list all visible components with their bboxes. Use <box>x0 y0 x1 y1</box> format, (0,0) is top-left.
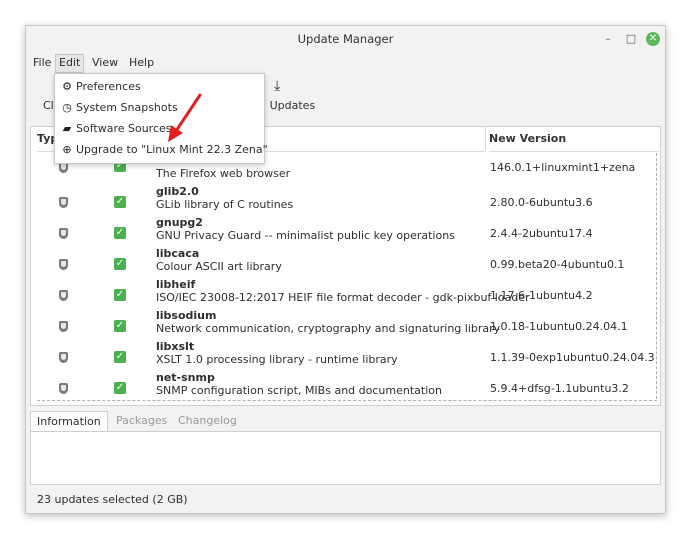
menu-help[interactable]: Help <box>126 56 157 69</box>
menu-item-upgrade[interactable]: ⊕ Upgrade to "Linux Mint 22.3 Zena" <box>55 141 267 162</box>
package-name: libcaca <box>156 247 200 260</box>
package-description: GNU Privacy Guard -- minimalist public k… <box>156 229 455 242</box>
minimize-button[interactable]: – <box>601 32 615 46</box>
table-row[interactable]: ✓ libheif ISO/IEC 23008-12:2017 HEIF fil… <box>31 277 660 308</box>
menubar: File Edit View Help <box>26 54 665 73</box>
menu-item-label: Software Sources <box>76 122 172 135</box>
package-name: glib2.0 <box>156 185 199 198</box>
package-name: libheif <box>156 278 196 291</box>
close-button[interactable]: ✕ <box>646 32 660 46</box>
install-updates-button-label[interactable]: ll Updates <box>260 99 315 112</box>
table-row[interactable]: ✓ gnupg2 GNU Privacy Guard -- minimalist… <box>31 215 660 246</box>
package-description: XSLT 1.0 processing library - runtime li… <box>156 353 398 366</box>
package-version: 0.99.beta20-4ubuntu0.1 <box>490 258 625 271</box>
table-row[interactable]: ✓ libsodium Network communication, crypt… <box>31 308 660 339</box>
maximize-button[interactable]: □ <box>624 32 638 46</box>
update-checkbox[interactable]: ✓ <box>114 320 126 332</box>
package-description: ISO/IEC 23008-12:2017 HEIF file format d… <box>156 291 530 304</box>
menu-item-label: System Snapshots <box>76 101 178 114</box>
update-checkbox[interactable]: ✓ <box>114 382 126 394</box>
menu-edit[interactable]: Edit <box>55 54 85 73</box>
menu-file[interactable]: File <box>30 56 54 69</box>
status-text: 23 updates selected (2 GB) <box>37 493 188 506</box>
package-version: 146.0.1+linuxmint1+zena <box>490 161 636 174</box>
table-row[interactable]: ✓ libxslt XSLT 1.0 processing library - … <box>31 339 660 370</box>
security-shield-icon <box>59 290 68 301</box>
package-version: 1.17.6-1ubuntu4.2 <box>490 289 593 302</box>
list-focus-outline-right <box>656 153 657 399</box>
security-shield-icon <box>59 352 68 363</box>
menu-view[interactable]: View <box>89 56 121 69</box>
column-new-version[interactable]: New Version <box>489 127 659 152</box>
security-shield-icon <box>59 383 68 394</box>
menu-item-label: Preferences <box>76 80 141 93</box>
security-shield-icon <box>59 228 68 239</box>
package-name: libsodium <box>156 309 217 322</box>
update-checkbox[interactable]: ✓ <box>114 227 126 239</box>
upgrade-arrow-icon: ⊕ <box>62 143 72 156</box>
package-version: 5.9.4+dfsg-1.1ubuntu3.2 <box>490 382 629 395</box>
package-version: 1.0.18-1ubuntu0.24.04.1 <box>490 320 628 333</box>
updates-list: Typ New Version ✓ The Firefox web browse… <box>30 126 661 406</box>
menu-item-preferences[interactable]: ⚙ Preferences <box>55 78 264 99</box>
table-row[interactable]: ✓ libcaca Colour ASCII art library 0.99.… <box>31 246 660 277</box>
titlebar: Update Manager – □ ✕ <box>26 26 665 52</box>
update-checkbox[interactable]: ✓ <box>114 196 126 208</box>
preferences-icon: ⚙ <box>62 80 72 93</box>
update-checkbox[interactable]: ✓ <box>114 289 126 301</box>
menu-item-system-snapshots[interactable]: ◷ System Snapshots <box>55 99 264 120</box>
tab-packages[interactable]: Packages <box>110 411 173 431</box>
package-description: Network communication, cryptography and … <box>156 322 501 335</box>
security-shield-icon <box>59 197 68 208</box>
information-panel <box>30 431 661 485</box>
package-name: net-snmp <box>156 371 215 384</box>
package-description: The Firefox web browser <box>156 167 291 180</box>
package-description: GLib library of C routines <box>156 198 294 211</box>
download-icon[interactable]: ⤓ <box>274 78 280 94</box>
window-title: Update Manager <box>297 32 394 46</box>
tab-changelog[interactable]: Changelog <box>172 411 243 431</box>
table-row[interactable]: ✓ net-snmp SNMP configuration script, MI… <box>31 370 660 401</box>
package-description: SNMP configuration script, MIBs and docu… <box>156 384 442 397</box>
menu-item-label: Upgrade to "Linux Mint 22.3 Zena" <box>76 143 268 156</box>
package-name: gnupg2 <box>156 216 203 229</box>
table-row[interactable]: ✓ glib2.0 GLib library of C routines 2.8… <box>31 184 660 215</box>
package-icon: ▰ <box>62 122 72 135</box>
tab-information[interactable]: Information <box>30 411 108 432</box>
update-checkbox[interactable]: ✓ <box>114 258 126 270</box>
security-shield-icon <box>59 259 68 270</box>
security-shield-icon <box>59 321 68 332</box>
column-separator <box>485 127 486 151</box>
package-version: 2.80.0-6ubuntu3.6 <box>490 196 593 209</box>
package-name: libxslt <box>156 340 195 353</box>
clear-button-label[interactable]: Cl <box>43 99 54 112</box>
package-version: 2.4.4-2ubuntu17.4 <box>490 227 593 240</box>
package-description: Colour ASCII art library <box>156 260 282 273</box>
menu-item-software-sources[interactable]: ▰ Software Sources <box>55 120 264 141</box>
update-checkbox[interactable]: ✓ <box>114 351 126 363</box>
package-version: 1.1.39-0exp1ubuntu0.24.04.3 <box>490 351 655 364</box>
snapshot-clock-icon: ◷ <box>62 101 72 114</box>
edit-menu-dropdown: ⚙ Preferences ◷ System Snapshots ▰ Softw… <box>54 73 268 164</box>
list-focus-outline-bottom <box>37 400 657 401</box>
